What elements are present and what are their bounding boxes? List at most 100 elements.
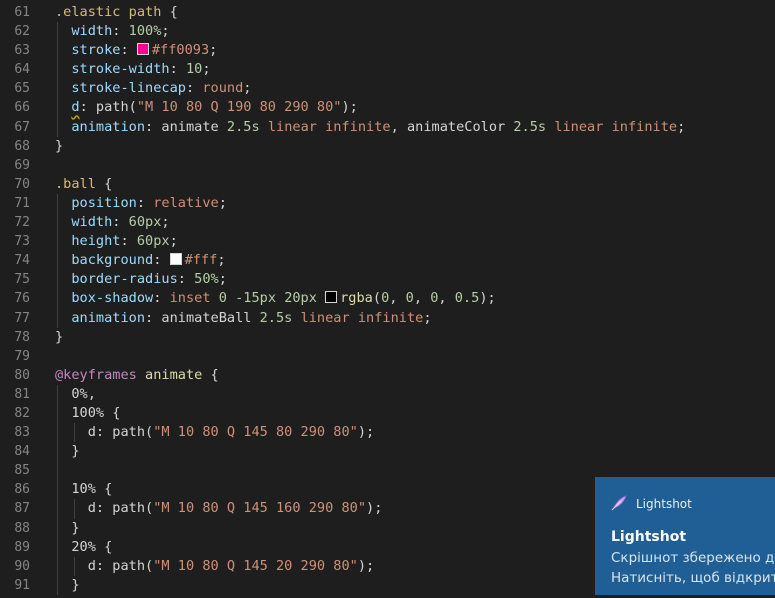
token: ; bbox=[161, 214, 170, 231]
token: inset bbox=[169, 290, 211, 307]
code-line[interactable]: 77 animation: animateBall 2.5s linear in… bbox=[0, 308, 775, 328]
line-number: 85 bbox=[14, 463, 30, 479]
line-number: 83 bbox=[14, 425, 30, 441]
token: : bbox=[120, 42, 137, 59]
token: : bbox=[177, 271, 195, 288]
token: animate bbox=[145, 366, 203, 383]
token: { bbox=[95, 175, 113, 192]
code-text: 10% { bbox=[55, 480, 112, 499]
token: linear bbox=[554, 118, 604, 135]
code-line[interactable]: 69 bbox=[0, 156, 775, 175]
token: } bbox=[55, 328, 64, 345]
code-line[interactable]: 84 } bbox=[0, 442, 775, 462]
code-text: position: relative; bbox=[55, 194, 227, 213]
notification-message-line1: Скрішнот збережено до bbox=[611, 550, 775, 566]
code-line[interactable]: 65 stroke-linecap: round; bbox=[0, 79, 775, 99]
code-line[interactable]: 72 width: 60px; bbox=[0, 213, 775, 233]
code-line[interactable]: 71 position: relative; bbox=[0, 193, 775, 214]
line-number: 70 bbox=[14, 176, 30, 192]
token: ); bbox=[357, 557, 375, 574]
token: d: path( bbox=[87, 500, 154, 517]
token: : bbox=[169, 61, 186, 78]
token: , bbox=[438, 290, 455, 307]
token: width bbox=[71, 23, 113, 40]
token: round bbox=[202, 80, 244, 97]
code-text: @keyframes animate { bbox=[55, 366, 219, 385]
color-swatch-icon[interactable] bbox=[136, 43, 149, 56]
code-line[interactable]: 68} bbox=[0, 137, 775, 156]
token: ); bbox=[341, 99, 358, 116]
token: 10% { bbox=[71, 481, 113, 498]
code-text: box-shadow: inset 0 -15px 20px rgba(0, 0… bbox=[55, 289, 495, 308]
line-number: 82 bbox=[14, 405, 30, 421]
code-text: width: 100%; bbox=[55, 22, 169, 41]
line-number: 86 bbox=[14, 482, 30, 498]
token: 0.5 bbox=[454, 290, 480, 307]
line-number: 63 bbox=[14, 43, 30, 59]
token: #fff bbox=[184, 252, 218, 269]
code-line[interactable]: 78} bbox=[0, 328, 775, 347]
code-line[interactable]: 80 @keyframes animate { bbox=[0, 366, 775, 385]
line-number: 69 bbox=[14, 157, 30, 173]
token: infinite bbox=[611, 118, 678, 135]
token: 20% { bbox=[71, 538, 113, 555]
token: 0%, bbox=[71, 385, 96, 402]
token: stroke bbox=[71, 42, 121, 59]
token: : bbox=[112, 214, 129, 231]
code-line[interactable]: 67 animation: animate 2.5s linear infini… bbox=[0, 117, 775, 137]
line-number: 74 bbox=[14, 253, 30, 269]
code-text: .elastic path { bbox=[55, 3, 178, 22]
code-line[interactable]: 79 bbox=[0, 347, 775, 366]
code-text: } bbox=[55, 519, 79, 538]
code-line[interactable]: 73 height: 60px; bbox=[0, 232, 775, 252]
code-text: 100% { bbox=[55, 404, 120, 423]
lightshot-notification[interactable]: Lightshot Lightshot Скрішнот збережено д… bbox=[595, 477, 775, 595]
color-swatch-icon[interactable] bbox=[325, 291, 338, 304]
code-line[interactable]: 63 stroke: #ff0093; bbox=[0, 41, 775, 61]
line-number: 75 bbox=[14, 272, 30, 288]
line-number: 88 bbox=[14, 520, 30, 536]
line-number: 64 bbox=[14, 62, 30, 78]
token: ; bbox=[217, 252, 226, 269]
color-swatch-icon[interactable] bbox=[169, 253, 182, 266]
code-line[interactable]: 66 d: path("M 10 80 Q 190 80 290 80"); bbox=[0, 98, 775, 118]
token: height bbox=[71, 233, 121, 250]
code-text: border-radius: 50%; bbox=[55, 270, 227, 289]
line-number: 80 bbox=[14, 367, 30, 383]
notification-header: Lightshot bbox=[610, 494, 692, 513]
code-line[interactable]: 61 .elastic path { bbox=[0, 3, 775, 22]
token: animation bbox=[71, 118, 146, 135]
code-line[interactable]: 82 100% { bbox=[0, 403, 775, 424]
token: linear bbox=[300, 309, 350, 326]
line-number: 84 bbox=[14, 444, 30, 460]
code-line[interactable]: 70 .ball { bbox=[0, 175, 775, 194]
code-line[interactable]: 64 stroke-width: 10; bbox=[0, 60, 775, 80]
code-line[interactable]: 81 0%, bbox=[0, 384, 775, 404]
token: relative bbox=[153, 194, 219, 211]
token: { bbox=[202, 366, 219, 383]
line-number: 66 bbox=[14, 100, 30, 116]
token: : animateBall bbox=[145, 309, 260, 326]
token: 2.5s bbox=[513, 118, 547, 135]
token: stroke-linecap bbox=[71, 80, 186, 97]
token: "M 10 80 Q 145 160 290 80" bbox=[153, 500, 367, 517]
line-number: 76 bbox=[14, 291, 30, 307]
token: ; bbox=[243, 80, 252, 97]
code-line[interactable]: 75 border-radius: 50%; bbox=[0, 270, 775, 290]
code-line[interactable]: 83 d: path("M 10 80 Q 145 80 290 80"); bbox=[0, 423, 775, 443]
line-number: 61 bbox=[14, 5, 30, 20]
token: -15px bbox=[235, 290, 276, 307]
code-line[interactable]: 76 box-shadow: inset 0 -15px 20px rgba(0… bbox=[0, 289, 775, 309]
token: : bbox=[185, 80, 203, 97]
token: : bbox=[153, 290, 170, 307]
code-text: background: #fff; bbox=[55, 251, 226, 270]
token: : animate bbox=[145, 118, 227, 135]
token: 50% bbox=[194, 271, 219, 288]
code-line[interactable]: 74 background: #fff; bbox=[0, 251, 775, 271]
code-line[interactable]: 62 width: 100%; bbox=[0, 22, 775, 42]
token: 100% { bbox=[71, 404, 121, 421]
